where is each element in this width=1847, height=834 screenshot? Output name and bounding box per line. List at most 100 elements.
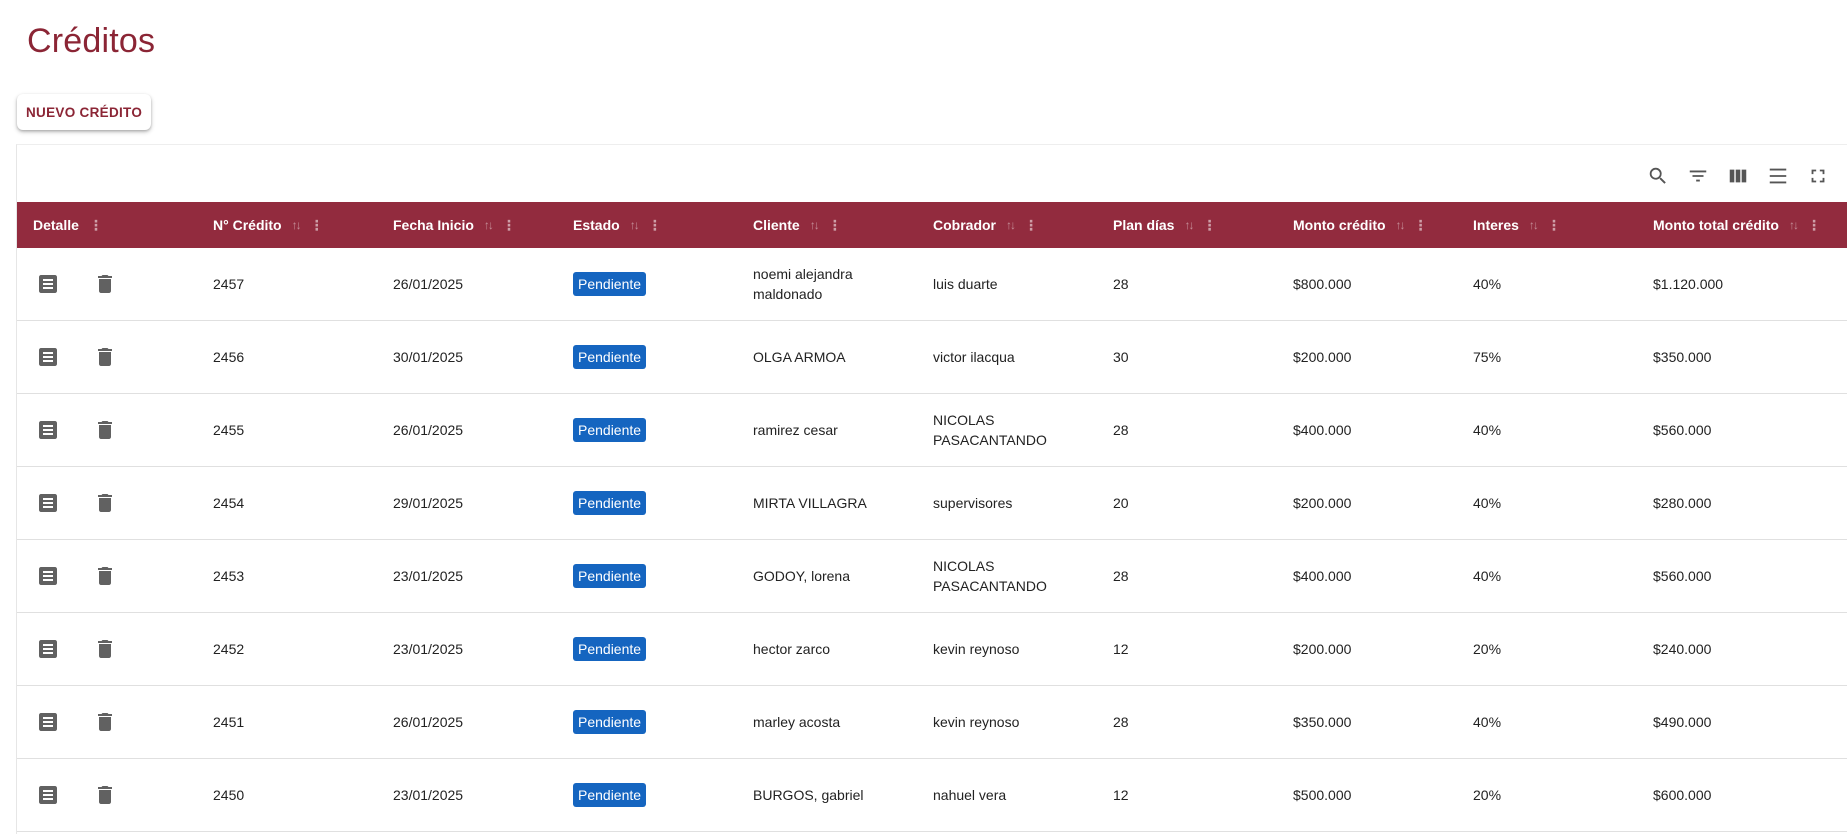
cell-numero: 2456 — [213, 349, 245, 365]
column-header-label: Plan días — [1113, 217, 1175, 233]
cell-estado: Pendiente — [573, 248, 647, 320]
cell-estado: Pendiente — [573, 467, 647, 539]
detail-icon[interactable] — [36, 418, 60, 442]
cell-total: $280.000 — [1653, 495, 1712, 511]
cell-cliente: noemi alejandra maldonado — [753, 266, 853, 302]
delete-icon[interactable] — [93, 491, 117, 515]
column-header-plan[interactable]: Plan días ↑↓ ⋮ — [1113, 202, 1216, 248]
column-menu-icon[interactable]: ⋮ — [89, 217, 103, 234]
table-row: 2453 23/01/2025 Pendiente GODOY, lorena NICO… — [17, 540, 1847, 613]
cell-cliente: BURGOS, gabriel — [753, 787, 864, 803]
column-header-label: Estado — [573, 217, 620, 233]
column-header-monto[interactable]: Monto crédito ↑↓ ⋮ — [1293, 202, 1428, 248]
cell-monto: $350.000 — [1293, 714, 1352, 730]
cell-fecha: 26/01/2025 — [393, 714, 464, 730]
table-toolbar — [1643, 161, 1833, 191]
sort-icon[interactable]: ↑↓ — [1396, 218, 1406, 232]
cell-cliente: OLGA ARMOA — [753, 349, 846, 365]
cell-plan: 30 — [1113, 349, 1129, 365]
cell-total: $560.000 — [1653, 422, 1712, 438]
status-badge: Pendiente — [573, 418, 647, 442]
status-badge: Pendiente — [573, 710, 647, 734]
column-header-numero[interactable]: N° Crédito ↑↓ ⋮ — [213, 202, 324, 248]
column-header-label: Detalle — [33, 217, 79, 233]
delete-icon[interactable] — [93, 345, 117, 369]
column-menu-icon[interactable]: ⋮ — [1807, 217, 1821, 234]
cell-total: $600.000 — [1653, 787, 1712, 803]
detail-icon[interactable] — [36, 491, 60, 515]
column-menu-icon[interactable]: ⋮ — [1414, 217, 1428, 234]
cell-fecha: 26/01/2025 — [393, 422, 464, 438]
cell-numero: 2451 — [213, 714, 245, 730]
cell-plan: 28 — [1113, 714, 1129, 730]
column-menu-icon[interactable]: ⋮ — [1547, 217, 1561, 234]
detail-icon[interactable] — [36, 272, 60, 296]
column-header-label: Cobrador — [933, 217, 996, 233]
table-body: 2457 26/01/2025 Pendiente noemi alejandra m… — [17, 248, 1847, 832]
column-header-label: Monto total crédito — [1653, 217, 1779, 233]
column-header-total[interactable]: Monto total crédito ↑↓ ⋮ — [1653, 202, 1821, 248]
column-menu-icon[interactable]: ⋮ — [828, 217, 842, 234]
column-header-interes[interactable]: Interes ↑↓ ⋮ — [1473, 202, 1561, 248]
cell-estado: Pendiente — [573, 394, 647, 466]
cell-fecha: 23/01/2025 — [393, 641, 464, 657]
detail-icon[interactable] — [36, 710, 60, 734]
column-header-cliente[interactable]: Cliente ↑↓ ⋮ — [753, 202, 842, 248]
cell-interes: 40% — [1473, 568, 1502, 584]
cell-cobrador: NICOLAS PASACANTANDO — [933, 412, 1047, 448]
column-header-fecha[interactable]: Fecha Inicio ↑↓ ⋮ — [393, 202, 516, 248]
filter-icon[interactable] — [1683, 161, 1713, 191]
detail-icon[interactable] — [36, 783, 60, 807]
delete-icon[interactable] — [93, 564, 117, 588]
sort-icon[interactable]: ↑↓ — [1184, 218, 1194, 232]
column-header-label: Fecha Inicio — [393, 217, 474, 233]
search-icon[interactable] — [1643, 161, 1673, 191]
sort-icon[interactable]: ↑↓ — [1006, 218, 1016, 232]
cell-cliente: hector zarco — [753, 641, 831, 657]
cell-numero: 2450 — [213, 787, 245, 803]
column-menu-icon[interactable]: ⋮ — [502, 217, 516, 234]
column-menu-icon[interactable]: ⋮ — [1202, 217, 1216, 234]
sort-icon[interactable]: ↑↓ — [1789, 218, 1799, 232]
table-row: 2450 23/01/2025 Pendiente BURGOS, gabriel na… — [17, 759, 1847, 832]
delete-icon[interactable] — [93, 637, 117, 661]
status-badge: Pendiente — [573, 272, 647, 296]
delete-icon[interactable] — [93, 710, 117, 734]
column-header-cobrador[interactable]: Cobrador ↑↓ ⋮ — [933, 202, 1038, 248]
cell-plan: 28 — [1113, 568, 1129, 584]
column-header-estado[interactable]: Estado ↑↓ ⋮ — [573, 202, 662, 248]
cell-cliente: marley acosta — [753, 714, 841, 730]
page-title: Créditos — [27, 22, 156, 60]
cell-cliente: GODOY, lorena — [753, 568, 851, 584]
sort-icon[interactable]: ↑↓ — [484, 218, 494, 232]
cell-interes: 40% — [1473, 422, 1502, 438]
new-credit-button[interactable]: NUEVO CRÉDITO — [17, 94, 152, 130]
cell-monto: $200.000 — [1293, 641, 1352, 657]
detail-icon[interactable] — [36, 564, 60, 588]
cell-interes: 20% — [1473, 641, 1502, 657]
sort-icon[interactable]: ↑↓ — [292, 218, 302, 232]
cell-total: $350.000 — [1653, 349, 1712, 365]
sort-icon[interactable]: ↑↓ — [810, 218, 820, 232]
column-header-label: N° Crédito — [213, 217, 282, 233]
detail-icon[interactable] — [36, 345, 60, 369]
density-icon[interactable] — [1763, 161, 1793, 191]
cell-interes: 40% — [1473, 495, 1502, 511]
delete-icon[interactable] — [93, 272, 117, 296]
delete-icon[interactable] — [93, 783, 117, 807]
columns-icon[interactable] — [1723, 161, 1753, 191]
column-header-detalle[interactable]: Detalle ⋮ — [33, 202, 103, 248]
column-menu-icon[interactable]: ⋮ — [310, 217, 324, 234]
cell-total: $490.000 — [1653, 714, 1712, 730]
cell-plan: 28 — [1113, 422, 1129, 438]
sort-icon[interactable]: ↑↓ — [1529, 218, 1539, 232]
column-header-label: Monto crédito — [1293, 217, 1386, 233]
table-row: 2454 29/01/2025 Pendiente MIRTA VILLAGRA sup… — [17, 467, 1847, 540]
detail-icon[interactable] — [36, 637, 60, 661]
delete-icon[interactable] — [93, 418, 117, 442]
column-header-label: Interes — [1473, 217, 1519, 233]
column-menu-icon[interactable]: ⋮ — [1024, 217, 1038, 234]
column-menu-icon[interactable]: ⋮ — [648, 217, 662, 234]
sort-icon[interactable]: ↑↓ — [630, 218, 640, 232]
fullscreen-icon[interactable] — [1803, 161, 1833, 191]
